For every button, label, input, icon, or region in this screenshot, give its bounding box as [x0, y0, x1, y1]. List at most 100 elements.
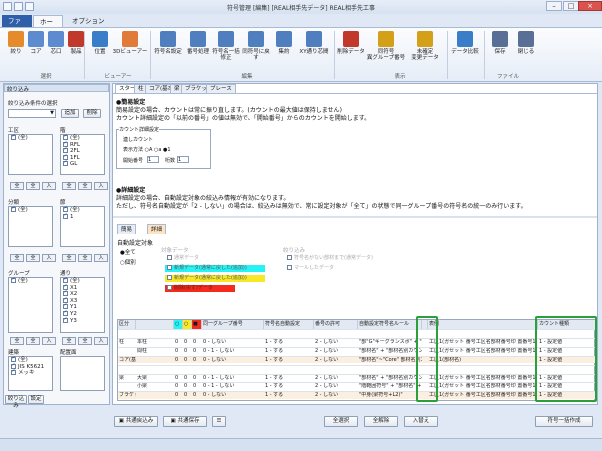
table-cell[interactable]: 工区1(ガセット 番号工区名部材番号印 置番号1) — [428, 392, 538, 400]
list-kouku[interactable]: (全) — [8, 133, 53, 175]
uncheck-all-button[interactable]: 全 — [78, 254, 92, 262]
list-item[interactable]: 1 — [61, 212, 104, 221]
table-cell[interactable]: 0 - しない — [202, 357, 264, 365]
table-cell[interactable]: "部材名" + "部材名別カウント" — [358, 348, 422, 356]
list-haichi[interactable] — [60, 356, 105, 391]
checkbox[interactable] — [167, 255, 172, 260]
table-cell[interactable]: 0 - 1 - しない — [202, 348, 264, 356]
table-row[interactable]: 柱本柱 0 0 0 0 - しない 1 - する 2 - しない "部"G"キーグランスポ" … — [118, 337, 596, 347]
ribbon-btn-restore-same[interactable]: 同符号に戻す — [240, 31, 272, 61]
table-cell[interactable]: 0 - 1 - しない — [202, 383, 264, 391]
table-cell[interactable]: 1 - する — [264, 348, 314, 356]
table-cell[interactable]: "中身(梁符号+L2)" — [358, 392, 422, 400]
subtab-simple[interactable]: 簡易 — [117, 224, 137, 234]
invert-button[interactable]: 入 — [42, 182, 56, 190]
ribbon-btn-same-code[interactable]: 同符号 異グループ番号 — [366, 31, 406, 61]
list-setsu[interactable]: (全)1 — [60, 205, 105, 247]
table-cell[interactable]: 0 - しない — [202, 339, 264, 347]
grid-column-header[interactable]: 番号の許可 — [314, 320, 358, 329]
table-cell[interactable]: 工区1(ガセット 番号工区名部材番号印 置番号1) — [428, 383, 538, 391]
grid-column-header[interactable]: ■ — [192, 320, 202, 329]
checkbox[interactable] — [11, 276, 16, 283]
table-row[interactable] — [118, 364, 596, 374]
filter-condition-select[interactable]: ▼ — [8, 109, 56, 118]
filter-option-2[interactable]: マールしたデータ — [285, 265, 334, 272]
invert-button[interactable]: 入 — [42, 337, 56, 345]
check-all-button[interactable]: 全 — [62, 337, 76, 345]
table-cell[interactable] — [428, 366, 538, 374]
swap-button[interactable]: 入替え — [404, 416, 438, 427]
table-cell[interactable]: 2 - しない — [314, 348, 358, 356]
grid-column-header[interactable]: 区分 — [118, 320, 136, 329]
check-all-button[interactable]: 全 — [10, 337, 24, 345]
grid-column-header[interactable]: 表例 — [428, 320, 538, 329]
radio-individual[interactable]: ○個別 — [120, 258, 136, 266]
checkbox[interactable] — [287, 265, 292, 270]
check-all-button[interactable]: 全 — [62, 254, 76, 262]
table-cell[interactable]: 2 - しない — [314, 383, 358, 391]
list-item[interactable]: Y3 — [61, 316, 104, 325]
table-cell[interactable] — [202, 330, 264, 338]
checkbox[interactable] — [63, 159, 68, 167]
table-cell[interactable]: 工区1(部材名) — [428, 357, 538, 365]
list-item[interactable]: (全) — [9, 133, 52, 142]
table-cell[interactable]: "部材名" + "部材名別カウント" — [358, 375, 422, 383]
uncheck-all-button[interactable]: 全 — [26, 182, 40, 190]
grid-column-header[interactable]: 自動設定符号名ルール — [358, 320, 422, 329]
table-row[interactable]: ブラケット0000 - しない1 - する2 - しない"中身(梁符号+L2)"… — [118, 391, 596, 399]
table-cell[interactable]: 1 - する — [264, 375, 314, 383]
list-bunrui[interactable]: (全) — [8, 205, 53, 247]
invert-button[interactable]: 入 — [42, 254, 56, 262]
table-cell[interactable]: 工区1(ガセット 番号工区名部材番号印 置番号1) — [428, 348, 538, 356]
batch-create-button[interactable]: 符号一括作成 — [535, 416, 593, 427]
grid-column-header[interactable]: 符号名自動設定 — [264, 320, 314, 329]
bottom-tab-settings[interactable]: 設定 — [28, 395, 44, 404]
tab-brace[interactable]: ブレース — [206, 84, 236, 93]
grid-column-header[interactable] — [136, 320, 174, 329]
uncheck-all-button[interactable]: 全 — [78, 337, 92, 345]
checkbox[interactable] — [63, 316, 68, 323]
table-cell[interactable]: 2 - しない — [314, 357, 358, 365]
table-cell[interactable]: 工区1(ガセット 番号工区名部材番号印 置番号1) — [428, 375, 538, 383]
checkbox[interactable] — [167, 285, 172, 290]
grid-column-header[interactable]: ○ — [183, 320, 192, 329]
check-all-button[interactable]: 全 — [10, 182, 24, 190]
invert-button[interactable]: 入 — [94, 182, 108, 190]
grid-column-header[interactable]: 同一グループ番号 — [202, 320, 264, 329]
list-item[interactable]: GL — [61, 159, 104, 168]
table-cell[interactable]: 0 - 1 - しない — [202, 375, 264, 383]
ribbon-btn-compare[interactable]: データ比較 — [449, 31, 481, 55]
table-cell[interactable]: 2 - しない — [314, 375, 358, 383]
ribbon-btn-close[interactable]: 閉じる — [512, 31, 540, 55]
uncheck-all-button[interactable]: 全 — [26, 254, 40, 262]
filter-option-1[interactable]: 符号名がない部材まで(通常データ) — [285, 255, 373, 262]
table-cell[interactable]: "階範囲符号" + "部材名" + "部材名別カウント" — [358, 383, 422, 391]
list-kai[interactable]: (全)RFL2FL1FLGL — [60, 133, 105, 175]
bottom-tab-filter[interactable]: 絞り込み — [5, 395, 27, 409]
invert-button[interactable]: 入 — [94, 337, 108, 345]
table-row[interactable]: 梁大梁 0 0 0 0 - 1 - しない 1 - する 2 - しない "部材名" + "部… — [118, 373, 596, 383]
table-cell[interactable]: 2 - しない — [314, 392, 358, 400]
list-button[interactable]: ☰ — [212, 416, 226, 427]
tab-home[interactable]: ホーム — [33, 15, 63, 38]
check-all-button[interactable]: 全 — [10, 254, 24, 262]
maximize-button[interactable]: □ — [563, 1, 579, 11]
common-return-button[interactable]: ▣ 共通戻込み — [114, 416, 158, 427]
table-cell[interactable] — [358, 366, 422, 374]
table-row[interactable]: 間柱 0 0 0 0 - 1 - しない 1 - する 2 - しない "部材名" + "部材… — [118, 346, 596, 356]
table-row[interactable] — [118, 329, 596, 337]
select-all-button[interactable]: 全選択 — [324, 416, 358, 427]
common-save-button[interactable]: ▣ 共通保存 — [163, 416, 207, 427]
clear-all-button[interactable]: 全解除 — [364, 416, 398, 427]
checkbox[interactable] — [11, 133, 16, 140]
ribbon-btn-batch-fix[interactable]: 符号名一括修正 — [211, 31, 241, 61]
option-yellow-data[interactable]: 新規データ(通常に戻した(追加)) — [165, 275, 265, 282]
table-row[interactable]: 小梁 0 0 0 0 - 1 - しない 1 - する 2 - しない "階範囲符号" + "… — [118, 382, 596, 390]
list-item[interactable]: メッキ — [9, 368, 52, 377]
uncheck-all-button[interactable]: 全 — [78, 182, 92, 190]
table-row[interactable]: コア(基本)0000 - しない1 - する2 - しない"部材名"~"Core… — [118, 355, 596, 365]
tab-file[interactable]: ファイル — [2, 15, 32, 37]
table-cell[interactable]: "部"G"キーグランスポ" + "通しカウント" — [358, 339, 422, 347]
checkbox[interactable] — [287, 255, 292, 260]
subtab-detail[interactable]: 詳細 — [147, 224, 167, 234]
